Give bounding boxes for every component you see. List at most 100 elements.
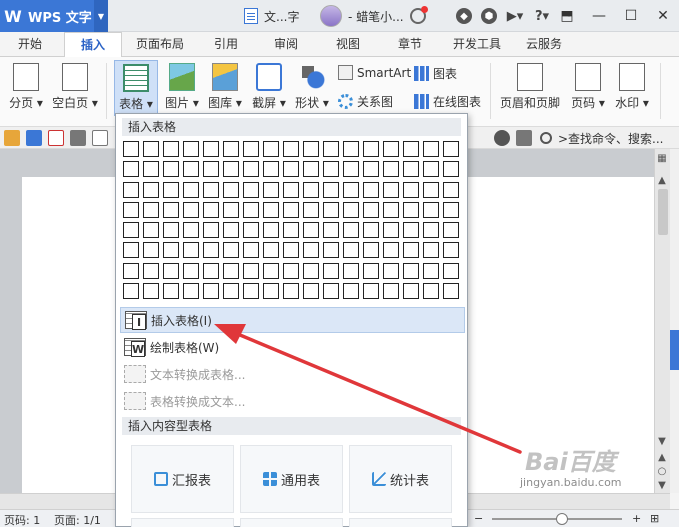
- table-grid-cell[interactable]: [163, 242, 179, 259]
- table-grid-cell[interactable]: [423, 161, 439, 178]
- table-grid-cell[interactable]: [123, 262, 139, 279]
- table-grid-cell[interactable]: [383, 161, 399, 178]
- chart-button[interactable]: 图表: [414, 65, 457, 82]
- table-grid-cell[interactable]: [423, 262, 439, 279]
- table-grid-cell[interactable]: [283, 181, 299, 198]
- table-grid-cell[interactable]: [223, 242, 239, 259]
- table-grid-cell[interactable]: [403, 201, 419, 218]
- table-grid-cell[interactable]: [143, 141, 159, 157]
- table-grid-cell[interactable]: [323, 283, 339, 300]
- table-grid-cell[interactable]: [203, 283, 219, 300]
- shape-button[interactable]: 形状 ▾: [292, 63, 332, 111]
- table-grid-cell[interactable]: [303, 141, 319, 157]
- table-grid-cell[interactable]: [403, 181, 419, 198]
- table-grid-cell[interactable]: [283, 262, 299, 279]
- table-grid-cell[interactable]: [343, 201, 359, 218]
- next-page-icon[interactable]: ▼: [656, 480, 668, 491]
- table-grid-cell[interactable]: [263, 161, 279, 178]
- skin-icon[interactable]: ◆: [456, 8, 472, 24]
- table-grid-cell[interactable]: [443, 201, 459, 218]
- table-grid-cell[interactable]: [443, 242, 459, 259]
- table-grid-cell[interactable]: [223, 222, 239, 239]
- sidebar-toggle-button[interactable]: [670, 330, 679, 370]
- table-grid-cell[interactable]: [163, 283, 179, 300]
- table-grid-cell[interactable]: [283, 141, 299, 157]
- table-grid-cell[interactable]: [263, 181, 279, 198]
- table-grid-cell[interactable]: [303, 161, 319, 178]
- table-grid-cell[interactable]: [443, 161, 459, 178]
- table-grid-cell[interactable]: [203, 141, 219, 157]
- table-grid-cell[interactable]: [303, 201, 319, 218]
- table-size-grid[interactable]: [123, 141, 461, 301]
- tab-review[interactable]: 审阅: [264, 32, 308, 57]
- user-account[interactable]: - 蜡笔小...: [320, 0, 428, 32]
- header-footer-button[interactable]: 页眉和页脚: [498, 63, 562, 111]
- tab-chapter[interactable]: 章节: [388, 32, 432, 57]
- gift-icon[interactable]: [409, 6, 428, 24]
- table-grid-cell[interactable]: [203, 222, 219, 239]
- template-card[interactable]: [240, 518, 343, 527]
- table-grid-cell[interactable]: [183, 201, 199, 218]
- statistics-table-card[interactable]: 统计表: [349, 445, 452, 513]
- insert-table-menu-item[interactable]: I 插入表格(I): [120, 307, 465, 333]
- comment-icon[interactable]: [516, 130, 532, 146]
- table-grid-cell[interactable]: [383, 141, 399, 157]
- table-grid-cell[interactable]: [383, 201, 399, 218]
- table-grid-cell[interactable]: [123, 161, 139, 178]
- export-pdf-icon[interactable]: [48, 130, 64, 146]
- table-grid-cell[interactable]: [303, 181, 319, 198]
- table-grid-cell[interactable]: [343, 283, 359, 300]
- table-grid-cell[interactable]: [403, 222, 419, 239]
- tab-reference[interactable]: 引用: [204, 32, 248, 57]
- blank-page-button[interactable]: 空白页 ▾: [50, 63, 100, 111]
- table-grid-cell[interactable]: [223, 181, 239, 198]
- picture-button[interactable]: 图片 ▾: [162, 63, 202, 111]
- table-grid-cell[interactable]: [363, 242, 379, 259]
- table-grid-cell[interactable]: [243, 161, 259, 178]
- table-grid-cell[interactable]: [343, 262, 359, 279]
- online-chart-button[interactable]: 在线图表: [414, 93, 481, 110]
- print-icon[interactable]: [70, 130, 86, 146]
- select-browse-icon[interactable]: ○: [656, 466, 668, 477]
- table-grid-cell[interactable]: [303, 283, 319, 300]
- gallery-button[interactable]: 图库 ▾: [205, 63, 245, 111]
- table-grid-cell[interactable]: [403, 161, 419, 178]
- table-button[interactable]: 表格 ▾: [114, 60, 158, 116]
- table-grid-cell[interactable]: [243, 222, 259, 239]
- table-grid-cell[interactable]: [303, 262, 319, 279]
- table-grid-cell[interactable]: [363, 161, 379, 178]
- tab-start[interactable]: 开始: [8, 32, 52, 57]
- sync-icon[interactable]: ▶▾: [506, 8, 524, 24]
- zoom-slider-handle[interactable]: [556, 513, 568, 525]
- table-grid-cell[interactable]: [283, 222, 299, 239]
- table-grid-cell[interactable]: [183, 161, 199, 178]
- table-grid-cell[interactable]: [243, 201, 259, 218]
- table-grid-cell[interactable]: [323, 222, 339, 239]
- scroll-thumb[interactable]: [658, 189, 668, 235]
- table-grid-cell[interactable]: [343, 222, 359, 239]
- screenshot-button[interactable]: 截屏 ▾: [249, 63, 289, 111]
- table-grid-cell[interactable]: [383, 181, 399, 198]
- table-grid-cell[interactable]: [263, 201, 279, 218]
- table-grid-cell[interactable]: [443, 141, 459, 157]
- table-grid-cell[interactable]: [183, 283, 199, 300]
- table-grid-cell[interactable]: [223, 262, 239, 279]
- table-grid-cell[interactable]: [283, 201, 299, 218]
- table-grid-cell[interactable]: [423, 242, 439, 259]
- table-grid-cell[interactable]: [143, 161, 159, 178]
- table-grid-cell[interactable]: [263, 242, 279, 259]
- table-grid-cell[interactable]: [443, 262, 459, 279]
- table-grid-cell[interactable]: [123, 201, 139, 218]
- table-grid-cell[interactable]: [363, 181, 379, 198]
- table-grid-cell[interactable]: [323, 141, 339, 157]
- general-table-card[interactable]: 通用表: [240, 445, 343, 513]
- template-card[interactable]: [349, 518, 452, 527]
- table-grid-cell[interactable]: [123, 181, 139, 198]
- table-grid-cell[interactable]: [183, 242, 199, 259]
- table-grid-cell[interactable]: [423, 222, 439, 239]
- table-grid-cell[interactable]: [183, 181, 199, 198]
- table-grid-cell[interactable]: [123, 141, 139, 157]
- table-grid-cell[interactable]: [283, 242, 299, 259]
- save-icon[interactable]: [26, 130, 42, 146]
- table-grid-cell[interactable]: [143, 201, 159, 218]
